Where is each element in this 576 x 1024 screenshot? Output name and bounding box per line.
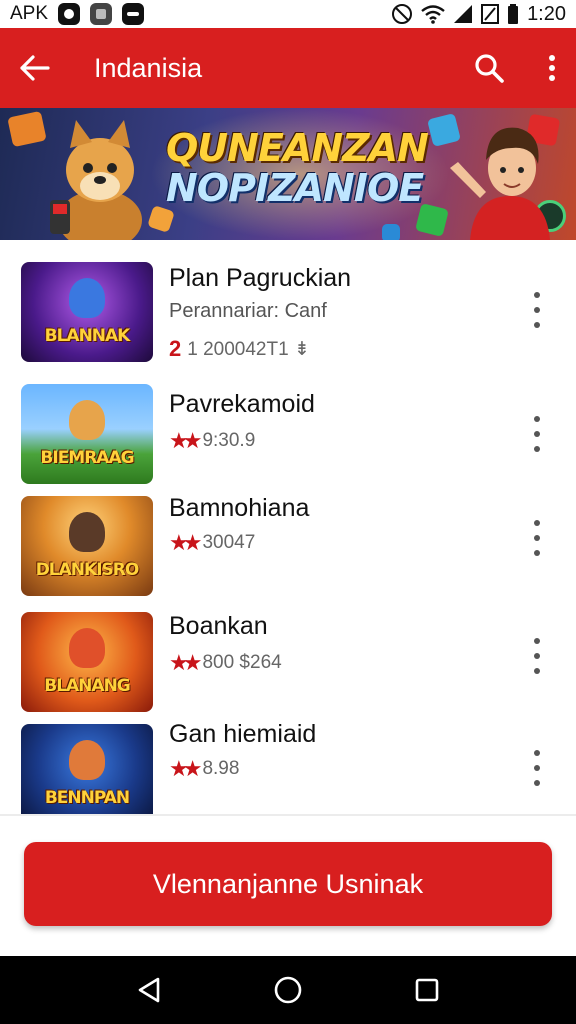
game-meta-text: 30047 <box>202 532 256 553</box>
item-menu-icon[interactable] <box>530 750 544 786</box>
game-meta-text: 8.98 <box>202 758 240 779</box>
game-thumbnail[interactable]: BLANNAK <box>21 262 153 362</box>
hero-figure <box>69 740 105 780</box>
stars-icon: ★★ <box>169 530 203 555</box>
system-nav-bar <box>0 956 576 1024</box>
item-menu-icon[interactable] <box>530 638 544 674</box>
game-meta-text: 9:30.9 <box>202 430 256 451</box>
list-item[interactable]: BIEMRAAG Pavrekamoid ★★ 9:30.9 <box>0 370 576 484</box>
thumbnail-logo: BENNPAN <box>44 788 130 808</box>
stars-icon: ★★ <box>169 428 203 453</box>
rating-number: 2 <box>169 336 182 361</box>
game-meta-text: 1 200042T1 ⇟ <box>187 338 310 360</box>
game-meta: 2 1 200042T1 ⇟ <box>169 336 310 362</box>
wolf-figure <box>69 278 105 318</box>
dog-figure <box>69 400 105 440</box>
game-thumbnail[interactable]: BENNPAN <box>21 724 153 814</box>
primary-action-button[interactable]: Vlennanjanne Usninak <box>24 842 552 926</box>
gallery-icon <box>90 3 113 25</box>
arrow-left-icon[interactable] <box>20 55 50 81</box>
game-title: Pavrekamoid <box>169 390 315 418</box>
list-item[interactable]: BENNPAN Gan hiemiaid ★★ 8.98 <box>0 710 576 814</box>
recents-square-icon[interactable] <box>414 977 440 1003</box>
back-triangle-icon[interactable] <box>136 976 162 1004</box>
item-menu-icon[interactable] <box>530 416 544 452</box>
status-bar: APK 1:20 <box>0 0 576 28</box>
game-thumbnail[interactable]: BIEMRAAG <box>21 384 153 484</box>
game-title: Boankan <box>169 612 268 640</box>
stars-icon: ★★ <box>169 650 203 675</box>
game-meta: ★★ 30047 <box>169 530 255 556</box>
boy-character-icon <box>450 127 550 240</box>
signal-icon <box>454 5 473 23</box>
status-time: 1:20 <box>527 2 566 25</box>
stars-icon: ★★ <box>169 756 203 781</box>
game-subtitle: Perannariar: Canf <box>169 300 327 322</box>
game-title: Bamnohiana <box>169 494 310 522</box>
list-item[interactable]: BLANNAK Plan Pagruckian Perannariar: Can… <box>0 256 576 366</box>
character-figure <box>69 512 105 552</box>
thumbnail-logo: BLANNAK <box>44 326 131 346</box>
list-item[interactable]: DLANKISRO Bamnohiana ★★ 30047 <box>0 488 576 598</box>
status-right: 1:20 <box>391 3 566 26</box>
more-vert-icon[interactable] <box>548 54 556 82</box>
search-icon[interactable] <box>474 53 504 83</box>
divider <box>0 814 576 816</box>
game-title: Plan Pagruckian <box>169 264 352 292</box>
game-list: BLANNAK Plan Pagruckian Perannariar: Can… <box>0 240 576 814</box>
fox-figure <box>69 628 105 668</box>
game-title: Gan hiemiaid <box>169 720 317 748</box>
game-meta: ★★ 8.98 <box>169 756 239 782</box>
banner-cube <box>382 224 400 240</box>
notification-icon <box>58 3 81 25</box>
app-bar: Indanisia <box>0 28 576 108</box>
app-bar-actions <box>474 53 556 83</box>
status-left: APK <box>10 3 145 25</box>
battery-icon <box>508 4 519 24</box>
data-saver-icon <box>481 4 500 24</box>
list-item[interactable]: BLANANG Boankan ★★ 800 $264 <box>0 598 576 712</box>
do-not-disturb-icon <box>392 4 413 24</box>
banner-title-line1: QUNEANZAN <box>166 126 429 170</box>
game-thumbnail[interactable]: DLANKISRO <box>21 496 153 596</box>
featured-banner[interactable]: QUNEANZAN NOPIZANIOE <box>0 108 576 240</box>
page-title: Indanisia <box>94 52 203 83</box>
banner-title-line2: NOPIZANIOE <box>166 166 424 210</box>
game-meta: ★★ 9:30.9 <box>169 428 255 454</box>
dog-mascot-icon <box>50 120 142 240</box>
item-menu-icon[interactable] <box>530 292 544 328</box>
status-app-label: APK <box>10 3 49 24</box>
game-meta-text: 800 $264 <box>202 652 282 673</box>
thumbnail-logo: BIEMRAAG <box>40 448 134 468</box>
thumbnail-logo: BLANANG <box>44 676 131 696</box>
home-circle-icon[interactable] <box>273 975 303 1005</box>
minus-icon <box>122 3 145 25</box>
game-meta: ★★ 800 $264 <box>169 650 282 676</box>
wifi-icon <box>421 5 445 24</box>
item-menu-icon[interactable] <box>530 520 544 556</box>
game-thumbnail[interactable]: BLANANG <box>21 612 153 712</box>
thumbnail-logo: DLANKISRO <box>35 560 140 580</box>
